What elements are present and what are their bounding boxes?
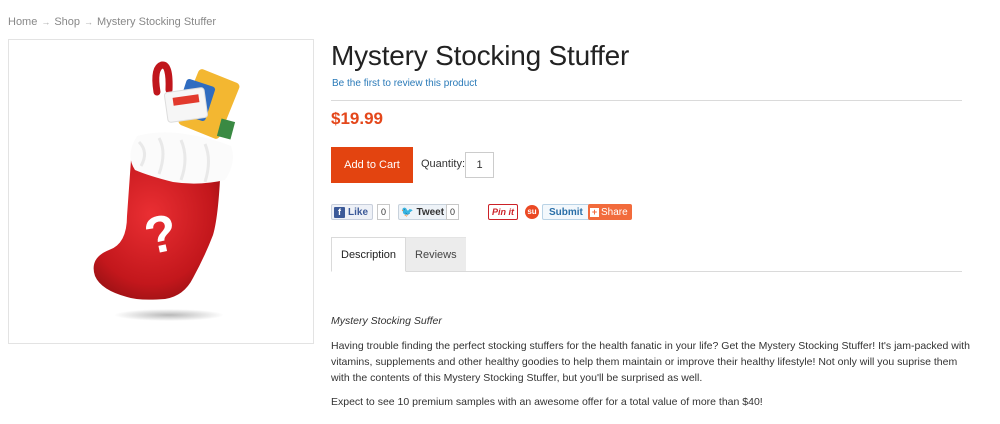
quantity-input[interactable] [465, 152, 494, 178]
tab-divider [331, 271, 962, 272]
breadcrumb-current: Mystery Stocking Stuffer [97, 16, 217, 28]
divider [331, 100, 962, 101]
breadcrumb-arrow-icon: → [84, 17, 94, 27]
description-heading: Mystery Stocking Suffer [331, 315, 442, 327]
twitter-bird-icon: 🐦 [401, 206, 414, 218]
product-title: Mystery Stocking Stuffer [331, 40, 630, 71]
facebook-icon: f [334, 206, 345, 218]
twitter-count: 0 [446, 204, 460, 220]
quantity-label: Quantity: [421, 158, 466, 170]
stumbleupon-icon[interactable]: su [525, 205, 539, 219]
plus-icon: + [590, 206, 599, 217]
product-price: $19.99 [331, 109, 383, 128]
add-to-cart-button[interactable]: Add to Cart [331, 147, 413, 183]
twitter-tweet-label: Tweet [416, 206, 445, 218]
breadcrumb-arrow-icon: → [41, 17, 51, 27]
breadcrumb-home[interactable]: Home [8, 16, 37, 28]
stocking-icon: ? [93, 61, 240, 321]
stumbleupon-submit-button[interactable]: Submit [542, 204, 590, 220]
facebook-count: 0 [377, 204, 391, 220]
tab-reviews[interactable]: Reviews [406, 237, 466, 272]
tab-description[interactable]: Description [331, 237, 407, 272]
share-label: Share [601, 206, 628, 218]
description-offer: Expect to see 10 premium samples with an… [331, 396, 763, 408]
description-panel: Mystery Stocking Suffer Having trouble f… [331, 313, 971, 418]
facebook-like-label: Like [348, 206, 369, 218]
description-paragraph: Having trouble finding the perfect stock… [331, 340, 970, 384]
breadcrumb: Home → Shop → Mystery Stocking Stuffer [8, 16, 216, 28]
product-tabs: Description Reviews [331, 237, 466, 272]
twitter-tweet-button[interactable]: 🐦 Tweet [398, 204, 450, 220]
review-link[interactable]: Be the first to review this product [332, 78, 477, 89]
facebook-like-button[interactable]: f Like [331, 204, 374, 220]
share-button[interactable]: + Share [588, 204, 632, 220]
pinterest-pin-button[interactable]: Pin it [488, 204, 518, 220]
breadcrumb-shop[interactable]: Shop [54, 16, 80, 28]
product-image[interactable]: ? [8, 39, 314, 344]
